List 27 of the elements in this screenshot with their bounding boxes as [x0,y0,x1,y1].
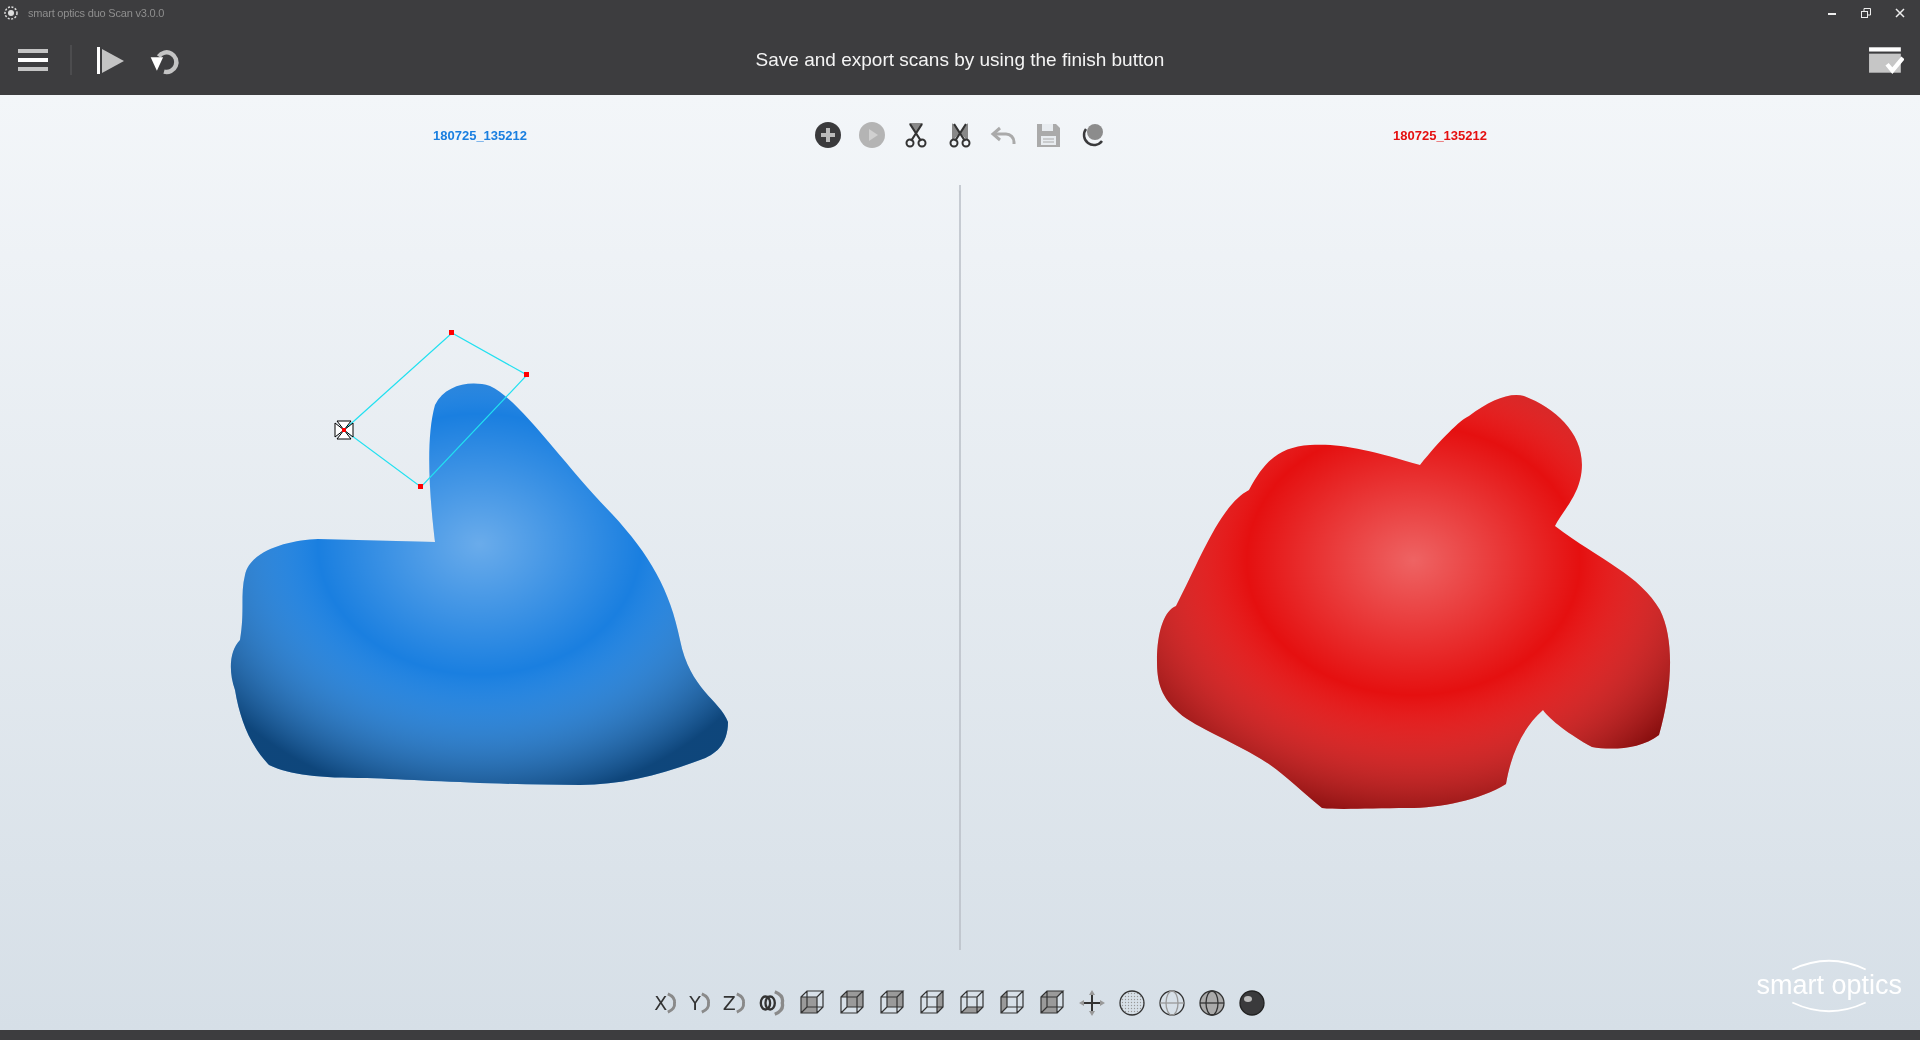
scan-name-label: 180725_135212 [1393,127,1487,143]
move-icon[interactable] [1077,988,1106,1017]
axis-rotate-button[interactable]: Y [689,990,711,1015]
scan-name-label: 180725_135212 [433,127,527,143]
shaded-wireframe-sphere-icon[interactable] [1197,988,1226,1017]
solid-sphere-icon[interactable] [1237,988,1266,1017]
cube-view-icon[interactable] [917,988,946,1017]
finish-folder-icon[interactable] [1868,44,1904,76]
restore-icon[interactable] [1860,6,1872,19]
axis-rotate-button[interactable]: Z [722,990,746,1015]
cube-view-icon[interactable] [797,988,826,1017]
add-icon[interactable] [814,121,842,149]
play-icon[interactable] [94,44,126,76]
axis-rotate-button[interactable]: X [654,990,678,1015]
cube-view-icon[interactable] [837,988,866,1017]
cube-view-icon[interactable] [957,988,986,1017]
app-logo-icon [4,5,18,20]
wireframe-sphere-icon[interactable] [1157,988,1186,1017]
cube-view-icon[interactable] [997,988,1026,1017]
cube-view-icon[interactable] [1037,988,1066,1017]
free-rotate-icon[interactable] [757,988,786,1017]
window-title: smart optics duo Scan v3.0.0 [28,6,165,19]
close-icon[interactable] [1894,6,1906,19]
point-cloud-sphere-icon[interactable] [1117,988,1146,1017]
cube-view-icon[interactable] [877,988,906,1017]
instruction-message: Save and export scans by using the finish button [755,49,1165,71]
move-cursor-icon [334,420,354,440]
